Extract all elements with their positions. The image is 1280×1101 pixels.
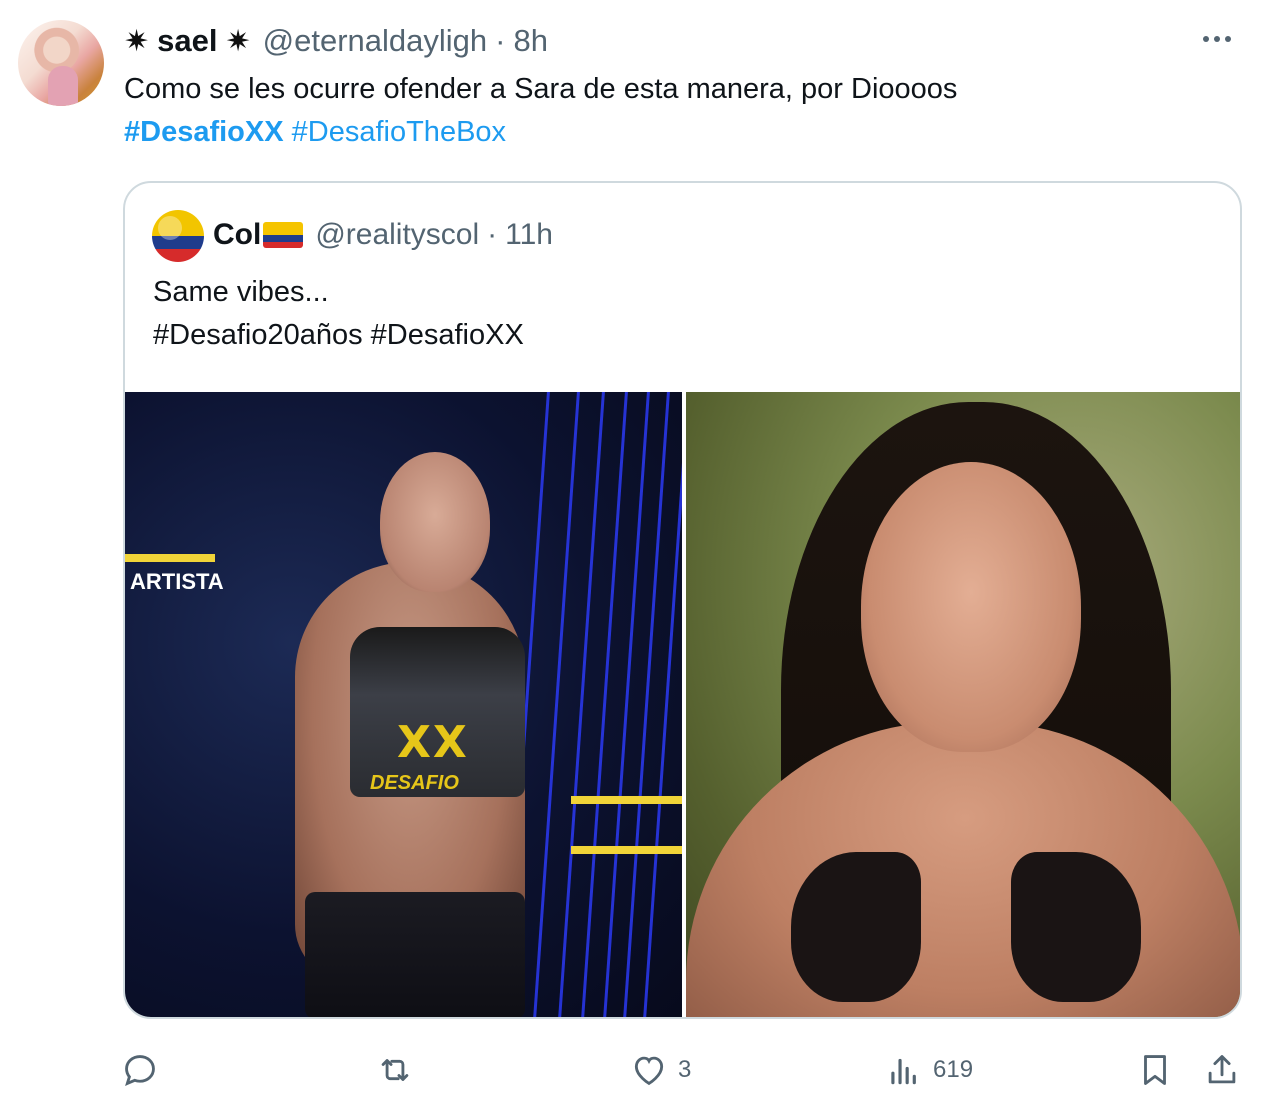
sparkle-icon: ✷ xyxy=(225,24,251,58)
retweet-button[interactable] xyxy=(376,1048,414,1092)
like-count: 3 xyxy=(678,1056,692,1083)
quoted-tweet-header: Col @realityscol · 11h xyxy=(213,215,553,255)
quoted-author-avatar[interactable] xyxy=(152,210,204,262)
author-avatar[interactable] xyxy=(18,20,104,106)
shirt-logo-text: XX xyxy=(397,717,469,768)
quoted-tweet-timestamp[interactable]: 11h xyxy=(505,218,553,252)
author-name-text: sael xyxy=(157,23,218,58)
tweet-timestamp[interactable]: 8h xyxy=(513,23,547,59)
shirt-subtext: DESAFIO xyxy=(370,772,459,794)
tweet-action-bar: 3 619 xyxy=(0,1048,1280,1092)
image-overlay-label: ARTISTA xyxy=(130,569,224,594)
quoted-author-name[interactable]: Col xyxy=(213,218,261,252)
reply-icon xyxy=(125,1055,155,1086)
like-button[interactable]: 3 xyxy=(630,1048,691,1092)
share-button[interactable] xyxy=(1203,1048,1241,1092)
media-image-2[interactable] xyxy=(686,392,1240,1017)
more-options-icon[interactable] xyxy=(1203,36,1231,42)
hashtag-link[interactable]: #DesafioXX xyxy=(124,116,284,148)
quoted-tweet[interactable]: Col @realityscol · 11h Same vibes... #De… xyxy=(123,181,1242,1019)
sparkle-icon: ✷ xyxy=(124,24,150,58)
separator-dot: · xyxy=(495,23,506,58)
media-image-1[interactable]: XX DESAFIO ARTISTA xyxy=(125,392,682,1017)
tweet-text: Como se les ocurre ofender a Sara de est… xyxy=(124,73,958,105)
bookmark-icon xyxy=(1144,1055,1166,1085)
heart-icon xyxy=(634,1056,664,1086)
quoted-tweet-text: Same vibes... xyxy=(153,276,329,308)
author-name[interactable]: ✷ sael ✷ xyxy=(124,23,251,59)
bookmark-button[interactable] xyxy=(1136,1048,1174,1092)
accent-bar xyxy=(125,554,215,562)
views-count: 619 xyxy=(933,1056,974,1083)
colombia-flag-icon xyxy=(263,222,304,248)
accent-bar xyxy=(571,846,682,854)
reply-button[interactable] xyxy=(121,1048,159,1092)
views-button[interactable]: 619 xyxy=(885,1048,973,1092)
share-icon xyxy=(1208,1055,1236,1084)
quoted-author-handle[interactable]: @realityscol xyxy=(315,218,479,252)
separator-dot: · xyxy=(487,218,498,251)
accent-bar xyxy=(571,796,682,804)
tweet-hashtags: #DesafioXX #DesafioTheBox xyxy=(124,111,506,154)
hashtag-link[interactable]: #DesafioTheBox xyxy=(292,116,506,148)
author-handle[interactable]: @eternaldayligh xyxy=(263,23,488,59)
quoted-tweet-hashtags: #Desafio20años #DesafioXX xyxy=(153,319,524,351)
retweet-icon xyxy=(381,1059,409,1081)
tweet-header: ✷ sael ✷ @eternaldayligh · 8h xyxy=(124,22,548,60)
views-icon xyxy=(891,1058,916,1085)
